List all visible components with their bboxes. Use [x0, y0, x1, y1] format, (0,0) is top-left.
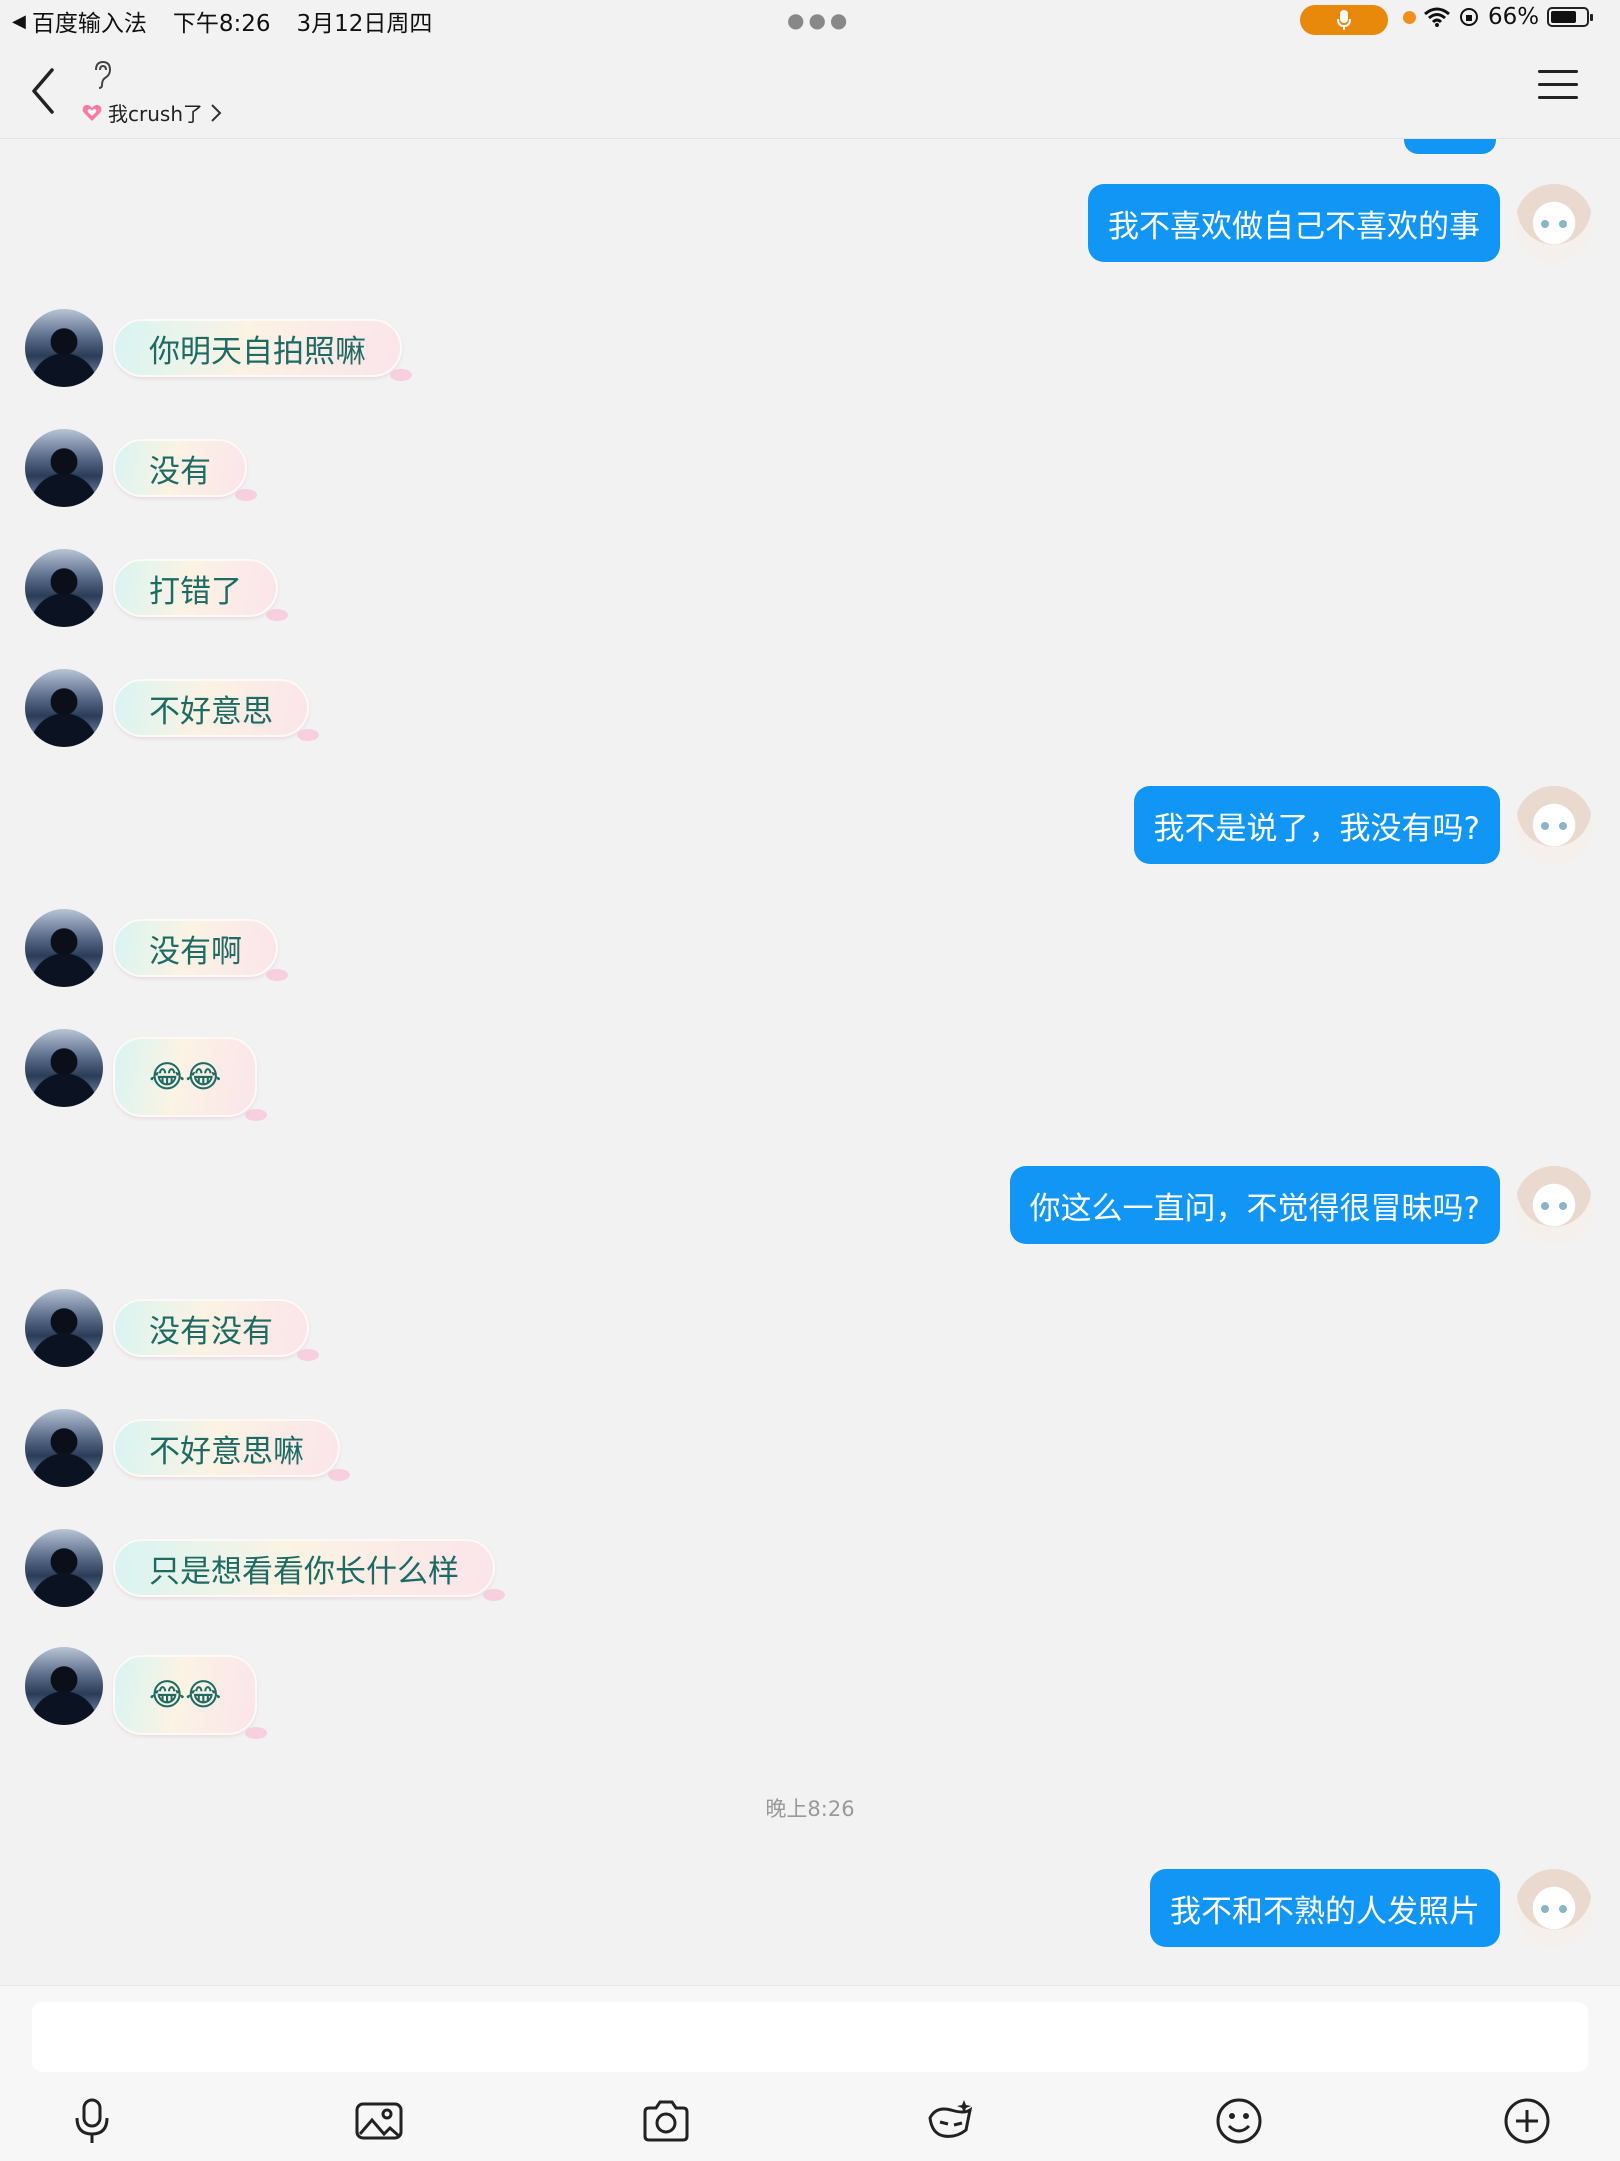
menu-icon[interactable]	[1538, 70, 1578, 106]
message-timestamp: 晚上8:26	[765, 1797, 855, 1821]
status-date: 3月12日周四	[296, 11, 433, 37]
peer-avatar[interactable]	[25, 549, 103, 627]
privacy-dot-icon	[1403, 10, 1416, 24]
battery-icon	[1547, 7, 1594, 27]
incoming-bubble[interactable]: 打错了	[113, 559, 288, 621]
outgoing-bubble[interactable]: 我不和不熟的人发照片	[1150, 1869, 1500, 1947]
camera-icon[interactable]	[641, 2096, 691, 2146]
peer-avatar[interactable]	[25, 429, 103, 507]
peer-avatar[interactable]	[25, 909, 103, 987]
multitask-dots-icon[interactable]: ●●●	[787, 8, 851, 32]
status-time: 下午8:26	[172, 11, 271, 37]
outgoing-bubble[interactable]: 我不是说了，我没有吗?	[1133, 786, 1500, 864]
self-avatar[interactable]	[1515, 1869, 1593, 1947]
back-app-label[interactable]: 百度输入法	[32, 4, 147, 38]
previous-message-bubble	[1404, 139, 1496, 154]
incoming-bubble[interactable]: 不好意思	[113, 679, 319, 741]
peer-avatar[interactable]	[25, 1529, 103, 1607]
back-to-app-icon[interactable]: ◀	[12, 11, 26, 32]
heart-icon	[82, 104, 102, 121]
peer-avatar[interactable]	[25, 1409, 103, 1487]
peer-avatar[interactable]	[25, 1647, 103, 1725]
incoming-bubble[interactable]: 😂😂	[113, 1655, 268, 1739]
relationship-status[interactable]: 我crush了	[82, 98, 223, 127]
self-avatar[interactable]	[1515, 184, 1593, 262]
message-input[interactable]	[32, 2002, 1588, 2072]
composer	[0, 1985, 1620, 2161]
incoming-bubble[interactable]: 😂😂	[113, 1037, 268, 1121]
microphone-icon[interactable]	[67, 2096, 117, 2146]
peer-avatar[interactable]	[25, 1029, 103, 1107]
peer-avatar[interactable]	[25, 309, 103, 387]
mic-in-use-indicator	[1300, 5, 1388, 35]
self-avatar[interactable]	[1515, 1166, 1593, 1244]
emoji-icon[interactable]	[1214, 2096, 1264, 2146]
outgoing-bubble[interactable]: 你这么一直问，不觉得很冒昧吗?	[1009, 1166, 1500, 1244]
image-icon[interactable]	[354, 2096, 404, 2146]
incoming-bubble[interactable]: 不好意思嘛	[113, 1419, 350, 1481]
plus-icon[interactable]	[1502, 2096, 1552, 2146]
self-avatar[interactable]	[1515, 786, 1593, 864]
peer-avatar[interactable]	[25, 1289, 103, 1367]
battery-percent: 66%	[1488, 4, 1540, 30]
incoming-bubble[interactable]: 只是想看看你长什么样	[113, 1539, 505, 1601]
incoming-bubble[interactable]: 没有	[113, 439, 257, 501]
relationship-label: 我crush了	[108, 102, 203, 126]
incoming-bubble[interactable]: 你明天自拍照嘛	[113, 319, 412, 381]
orientation-lock-icon	[1460, 8, 1478, 26]
chevron-right-icon	[211, 103, 222, 122]
peer-avatar[interactable]	[25, 669, 103, 747]
message-list[interactable]: 我不喜欢做自己不喜欢的事 你明天自拍照嘛 没有 打错了 不好意思 我不是说了，我…	[0, 139, 1620, 1984]
outgoing-bubble[interactable]: 我不喜欢做自己不喜欢的事	[1088, 184, 1500, 262]
wifi-icon	[1424, 7, 1450, 27]
composer-toolbar	[0, 2086, 1620, 2156]
red-packet-icon[interactable]	[926, 2096, 976, 2146]
mic-indicator-icon	[1337, 10, 1351, 30]
incoming-bubble[interactable]: 没有没有	[113, 1299, 319, 1361]
status-bar: ◀ 百度输入法 下午8:26 3月12日周四 ●●● 66%	[0, 0, 1620, 40]
back-button[interactable]	[26, 66, 60, 116]
chat-header: 我crush了	[0, 40, 1620, 139]
incoming-bubble[interactable]: 没有啊	[113, 919, 288, 981]
ear-icon[interactable]	[92, 60, 114, 90]
